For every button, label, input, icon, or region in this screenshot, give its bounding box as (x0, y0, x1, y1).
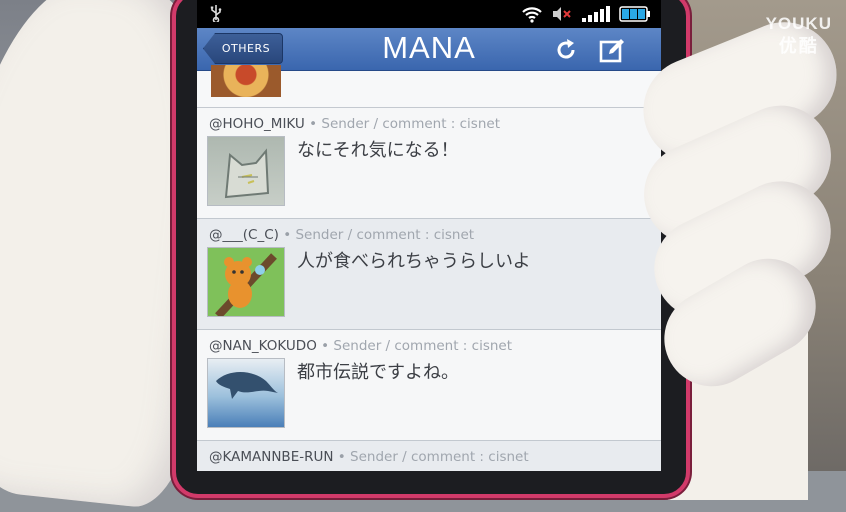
battery-icon (619, 5, 651, 23)
watermark-line1: YOUKU (765, 14, 832, 33)
wifi-icon (521, 5, 543, 23)
compose-icon[interactable] (599, 37, 625, 63)
signal-icon (581, 5, 611, 23)
separator-dot: • (337, 449, 346, 465)
partial-avatar (211, 65, 281, 97)
usb-icon (209, 4, 223, 26)
comment-message: 都市伝説ですよね。 (297, 362, 459, 383)
comment-meta: @KAMANNBE-RUN • Sender / comment : cisne… (209, 449, 529, 465)
user-handle[interactable]: @HOHO_MIKU (209, 116, 305, 132)
user-handle[interactable]: @NAN_KOKUDO (209, 338, 317, 354)
user-handle[interactable]: @___(C_C) (209, 227, 279, 243)
separator-dot: • (283, 227, 292, 243)
watermark: YOUKU 优酷 (766, 14, 832, 58)
comment-meta: @___(C_C) • Sender / comment : cisnet (209, 227, 474, 243)
refresh-icon[interactable] (553, 37, 579, 63)
separator-dot: • (309, 116, 318, 132)
status-icons (521, 4, 651, 24)
list-item[interactable]: @NAN_KOKUDO • Sender / comment : cisnet … (197, 330, 661, 441)
page-title: MANA (382, 30, 476, 65)
list-item[interactable]: @HOHO_MIKU • Sender / comment : cisnet な… (197, 108, 661, 219)
bear-avatar[interactable] (207, 247, 285, 319)
comment-source: Sender / comment : cisnet (321, 116, 500, 132)
separator-dot: • (321, 338, 330, 354)
user-handle[interactable]: @KAMANNBE-RUN (209, 449, 333, 465)
watermark-line2: 优酷 (778, 36, 819, 56)
comment-meta: @HOHO_MIKU • Sender / comment : cisnet (209, 116, 500, 132)
list-item-partial[interactable]: @KAMANNBE-RUN • Sender / comment : cisne… (197, 441, 661, 471)
comment-message: 人が食べられちゃうらしいよ (297, 251, 531, 272)
list-item-partial[interactable] (197, 65, 661, 108)
mute-icon (551, 5, 573, 23)
comment-source: Sender / comment : cisnet (350, 449, 529, 465)
status-bar (197, 0, 661, 28)
comment-source: Sender / comment : cisnet (295, 227, 475, 243)
comment-message: なにそれ気になる！ (297, 140, 459, 161)
comment-source: Sender / comment : cisnet (333, 338, 513, 354)
list-item[interactable]: @___(C_C) • Sender / comment : cisnet 人が… (197, 219, 661, 330)
cat-avatar[interactable] (207, 136, 285, 206)
comment-feed: @HOHO_MIKU • Sender / comment : cisnet な… (197, 65, 661, 471)
dolphin-avatar[interactable] (207, 358, 285, 428)
comment-meta: @NAN_KOKUDO • Sender / comment : cisnet (209, 338, 512, 354)
phone-screen: OTHERS MANA @HOHO_MIKU • Sender / commen… (197, 0, 661, 471)
